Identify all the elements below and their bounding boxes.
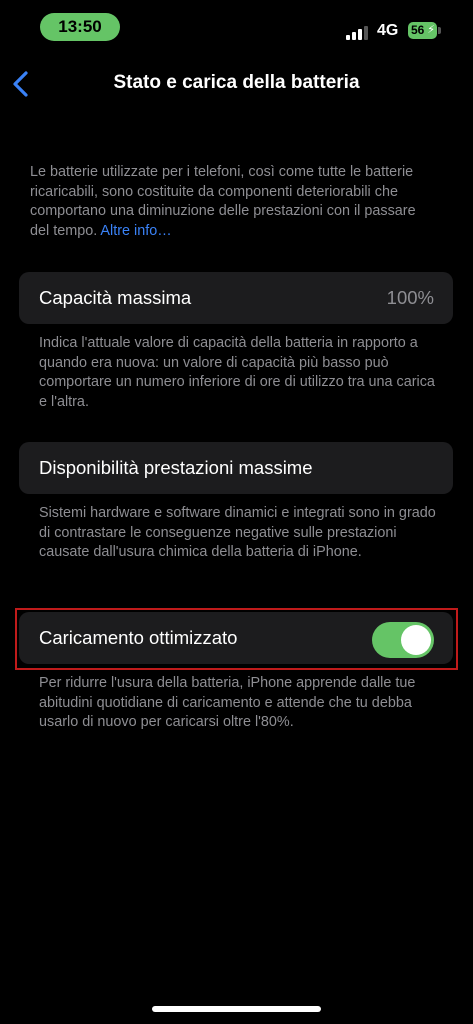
status-time[interactable]: 13:50 bbox=[40, 13, 120, 41]
highlight-box bbox=[15, 608, 458, 670]
battery-icon: 56 ⚡ bbox=[408, 22, 437, 39]
max-capacity-label: Capacità massima bbox=[39, 287, 192, 308]
max-capacity-value: 100% bbox=[386, 287, 434, 308]
battery-level: 56 bbox=[411, 23, 425, 37]
intro-text: Le batterie utilizzate per i telefoni, c… bbox=[30, 163, 430, 241]
more-info-link[interactable]: Altre info… bbox=[100, 223, 171, 239]
peak-performance-cell: Disponibilità prestazioni massime bbox=[19, 442, 453, 494]
cellular-signal-icon bbox=[346, 24, 370, 40]
battery-cap bbox=[438, 27, 441, 34]
optimized-charging-footnote: Per ridurre l'usura della batteria, iPho… bbox=[39, 675, 416, 730]
page-title: Stato e carica della batteria bbox=[113, 72, 360, 93]
peak-performance-label: Disponibilità prestazioni massime bbox=[39, 457, 313, 478]
intro-body: Le batterie utilizzate per i telefoni, c… bbox=[30, 164, 416, 239]
home-indicator[interactable] bbox=[152, 1006, 321, 1012]
status-bar: 13:50 4G 56 ⚡ bbox=[0, 0, 473, 54]
max-capacity-footnote: Indica l'attuale valore di capacità dell… bbox=[39, 335, 435, 410]
max-capacity-cell: Capacità massima 100% bbox=[19, 272, 453, 324]
network-type: 4G bbox=[377, 22, 399, 39]
charging-bolt-icon: ⚡ bbox=[427, 24, 435, 36]
peak-performance-footnote: Sistemi hardware e software dinamici e i… bbox=[39, 505, 436, 560]
